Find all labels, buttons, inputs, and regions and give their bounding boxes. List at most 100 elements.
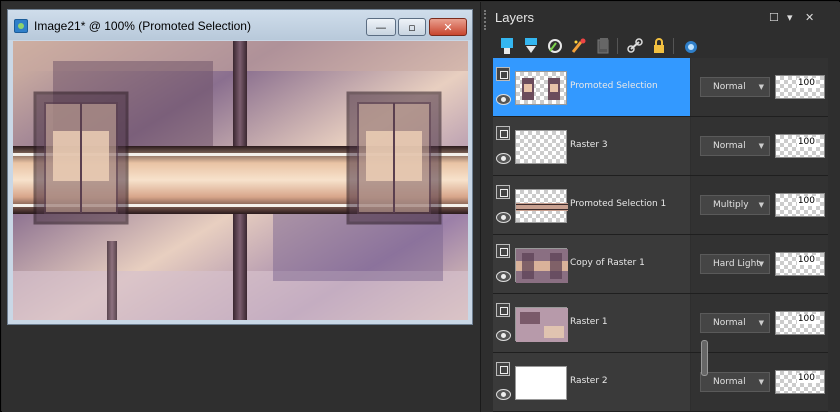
visibility-icon[interactable]	[681, 36, 701, 56]
layer-thumbnail	[515, 248, 568, 283]
layer-name: Promoted Selection 1	[570, 199, 667, 209]
layer-group-toggle-icon[interactable]	[496, 126, 510, 140]
toolbar-divider	[617, 38, 618, 54]
layer-row-main[interactable]: Raster 1	[493, 294, 690, 352]
canvas-artwork	[13, 41, 468, 320]
layer-row-props: Hard Light ▼ 100	[691, 235, 828, 293]
layer-name: Raster 1	[570, 317, 608, 327]
layer-row[interactable]: Copy of Raster 1 Hard Light ▼ 100	[493, 235, 828, 294]
panel-close-button[interactable]: ✕	[805, 11, 814, 24]
image-document-icon	[14, 19, 28, 33]
opacity-value: 100	[796, 373, 816, 383]
layers-list: Promoted Selection Normal ▼ 100 Raster 3 …	[493, 58, 828, 412]
adjustment-layer-icon[interactable]	[569, 36, 589, 56]
opacity-value: 100	[796, 255, 816, 265]
layers-panel-title: Layers	[495, 10, 535, 25]
link-icon[interactable]	[625, 36, 645, 56]
chevron-down-icon: ▼	[758, 201, 764, 209]
blend-mode-select[interactable]: Normal ▼	[700, 372, 770, 392]
chevron-down-icon: ▼	[758, 142, 764, 150]
opacity-field[interactable]: 100	[775, 311, 825, 335]
toolbar-divider	[673, 38, 674, 54]
layer-group-toggle-icon[interactable]	[496, 185, 510, 199]
new-raster-layer-icon[interactable]	[497, 36, 517, 56]
panel-grip-handle[interactable]	[484, 10, 488, 30]
layer-row-main[interactable]: Copy of Raster 1	[493, 235, 690, 293]
blend-mode-select[interactable]: Normal ▼	[700, 77, 770, 97]
image-window-titlebar[interactable]: Image21* @ 100% (Promoted Selection) — ▫…	[8, 10, 472, 40]
layer-name: Raster 2	[570, 376, 608, 386]
layer-thumbnail	[515, 189, 568, 223]
eye-icon[interactable]	[496, 271, 511, 282]
chevron-down-icon: ▼	[758, 378, 764, 386]
layer-thumbnail	[515, 366, 567, 400]
blend-mode-value: Normal	[713, 141, 746, 151]
image-window[interactable]: Image21* @ 100% (Promoted Selection) — ▫…	[7, 9, 473, 325]
eye-icon[interactable]	[496, 389, 511, 400]
layer-row-main[interactable]: Promoted Selection 1	[493, 176, 690, 234]
layer-name: Raster 3	[570, 140, 608, 150]
opacity-field[interactable]: 100	[775, 134, 825, 158]
opacity-value: 100	[796, 137, 816, 147]
panel-restore-button[interactable]: ☐	[769, 11, 779, 24]
opacity-field[interactable]: 100	[775, 193, 825, 217]
layer-group-toggle-icon[interactable]	[496, 244, 510, 258]
opacity-value: 100	[796, 196, 816, 206]
image-canvas[interactable]	[13, 41, 468, 320]
app-frame: Image21* @ 100% (Promoted Selection) — ▫…	[0, 0, 840, 412]
blend-mode-select[interactable]: Normal ▼	[700, 313, 770, 333]
layer-row-main[interactable]: Raster 3	[493, 117, 690, 175]
close-button[interactable]: ✕	[429, 18, 467, 36]
maximize-button[interactable]: ▫	[398, 18, 426, 36]
layer-thumbnail	[515, 307, 568, 342]
layer-row-props: Normal ▼ 100	[691, 117, 828, 175]
blend-mode-select[interactable]: Hard Light ▼	[700, 254, 770, 274]
layer-group-toggle-icon[interactable]	[496, 67, 510, 81]
layer-row-props: Normal ▼ 100	[691, 58, 828, 116]
blend-mode-value: Normal	[713, 82, 746, 92]
blend-mode-value: Hard Light	[713, 259, 760, 269]
layers-toolbar	[489, 34, 829, 58]
opacity-value: 100	[796, 78, 816, 88]
blend-mode-value: Normal	[713, 318, 746, 328]
opacity-field[interactable]: 100	[775, 252, 825, 276]
layer-row[interactable]: Promoted Selection 1 Multiply ▼ 100	[493, 176, 828, 235]
layer-row[interactable]: Promoted Selection Normal ▼ 100	[493, 58, 828, 117]
lock-icon[interactable]	[649, 36, 669, 56]
layer-thumbnail	[515, 130, 567, 164]
duplicate-layer-icon[interactable]	[593, 36, 613, 56]
opacity-value: 100	[796, 314, 816, 324]
layer-row[interactable]: Raster 3 Normal ▼ 100	[493, 117, 828, 176]
layer-row[interactable]: Raster 2 Normal ▼ 100	[493, 353, 828, 412]
minimize-button[interactable]: —	[366, 18, 396, 36]
layer-row-props: Multiply ▼ 100	[691, 176, 828, 234]
blend-mode-value: Multiply	[713, 200, 749, 210]
layer-row-main[interactable]: Raster 2	[493, 353, 690, 411]
panel-menu-button[interactable]: ▾	[787, 11, 793, 24]
opacity-field[interactable]: 100	[775, 75, 825, 99]
blend-mode-value: Normal	[713, 377, 746, 387]
opacity-field[interactable]: 100	[775, 370, 825, 394]
chevron-down-icon: ▼	[758, 83, 764, 91]
layer-row-props: Normal ▼ 100	[691, 294, 828, 352]
eye-icon[interactable]	[496, 330, 511, 341]
layer-name: Copy of Raster 1	[570, 258, 645, 268]
blend-mode-select[interactable]: Multiply ▼	[700, 195, 770, 215]
new-mask-layer-icon[interactable]	[545, 36, 565, 56]
layers-panel: Layers ☐ ▾ ✕ Promoted Selection Normal ▼…	[480, 2, 840, 412]
eye-icon[interactable]	[496, 153, 511, 164]
layer-row-props: Normal ▼ 100	[691, 353, 828, 411]
blend-mode-select[interactable]: Normal ▼	[700, 136, 770, 156]
image-window-title: Image21* @ 100% (Promoted Selection)	[34, 19, 251, 33]
workspace: Image21* @ 100% (Promoted Selection) — ▫…	[2, 2, 480, 412]
layer-row-main[interactable]: Promoted Selection	[493, 58, 690, 116]
layer-thumbnail	[515, 71, 567, 105]
layer-row[interactable]: Raster 1 Normal ▼ 100	[493, 294, 828, 353]
layer-group-toggle-icon[interactable]	[496, 303, 510, 317]
eye-icon[interactable]	[496, 94, 511, 105]
eye-icon[interactable]	[496, 212, 511, 223]
column-splitter-handle[interactable]	[701, 340, 708, 376]
layer-group-toggle-icon[interactable]	[496, 362, 510, 376]
new-vector-layer-icon[interactable]	[521, 36, 541, 56]
layer-name: Promoted Selection	[570, 81, 658, 91]
